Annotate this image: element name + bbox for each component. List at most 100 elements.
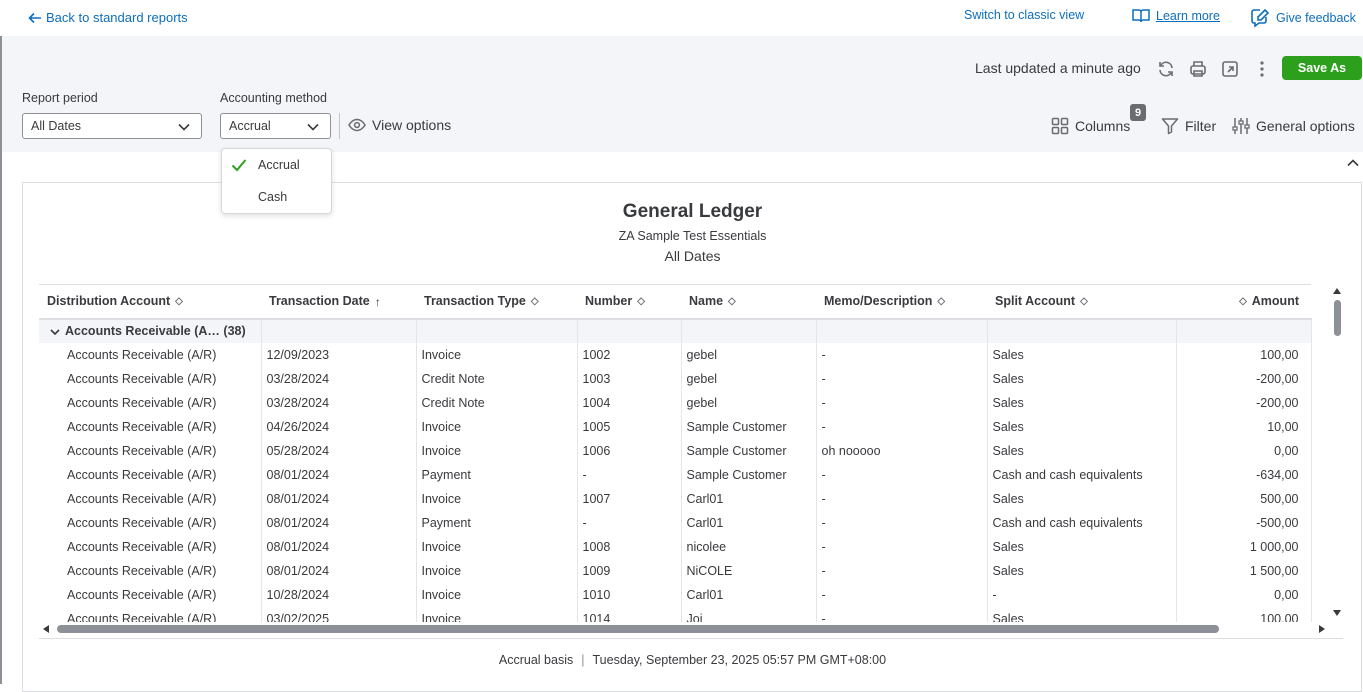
menu-option-accrual[interactable]: Accrual [222,150,331,180]
sort-icon: ◇ [1080,296,1088,308]
group-cell[interactable]: Accounts Receivable (A… (38) [39,318,262,343]
column-header-number[interactable]: Number ◇ [577,284,681,320]
cell-name: NiCOLE [681,558,817,583]
table-row[interactable]: Accounts Receivable (A/R) 08/01/2024 Payme… [39,510,1312,535]
company-name: ZA Sample Test Essentials [618,229,767,243]
report-period-label: Report period [22,91,98,105]
cell-transaction-type[interactable]: Credit Note [416,366,578,391]
cell-transaction-type[interactable]: Invoice [416,486,578,511]
cell-transaction-type[interactable]: Invoice [416,438,578,463]
table-row[interactable]: Accounts Receivable (A/R) 08/01/2024 Invoi… [39,534,1312,559]
learn-more-link[interactable]: Learn more [1132,8,1220,24]
vertical-scroll-thumb[interactable] [1334,300,1341,336]
cell-name: Sample Customer [681,462,817,487]
cell-amount: 10,00 [1176,414,1312,439]
table-row[interactable]: Accounts Receivable (A/R) 08/01/2024 Invoi… [39,558,1312,583]
column-header-name[interactable]: Name ◇ [681,284,816,320]
cell-transaction-type[interactable]: Credit Note [416,390,578,415]
menu-option-cash[interactable]: Cash [222,182,331,212]
cell-split-account: Cash and cash equivalents [987,462,1177,487]
eye-icon [348,118,366,132]
give-feedback-link[interactable]: Give feedback [1250,8,1356,28]
column-header-label: Transaction Date [269,293,370,308]
table-row[interactable]: Accounts Receivable (A/R) 03/28/2024 Credi… [39,366,1312,391]
view-options-button[interactable]: View options [348,117,451,133]
column-header-amount[interactable]: ◇ Amount [1176,284,1311,320]
cell-memo: - [816,462,988,487]
cell-split-account: Sales [987,534,1177,559]
columns-button[interactable]: Columns [1051,117,1130,135]
feedback-icon [1251,8,1270,28]
cell-memo: - [816,606,988,622]
cell-amount: 1 500,00 [1176,558,1312,583]
cell-name: gebel [681,342,817,367]
horizontal-scroll-thumb[interactable] [57,625,1219,633]
table-row[interactable]: Accounts Receivable (A/R) 05/28/2024 Invoi… [39,438,1312,463]
cell-transaction-type[interactable]: Invoice [416,558,578,583]
back-to-reports-link[interactable]: Back to standard reports [28,10,188,25]
column-header-label: Transaction Type [424,294,526,309]
column-header-transaction-type[interactable]: Transaction Type ◇ [416,284,577,320]
collapse-panel-button[interactable] [1344,154,1362,172]
cell-memo: - [816,414,988,439]
table-row[interactable]: Accounts Receivable (A/R) 08/01/2024 Payme… [39,462,1312,487]
cell-split-account: Sales [987,606,1177,622]
book-icon [1132,9,1150,23]
accounting-method-select[interactable]: Accrual [220,113,331,139]
cell-transaction-type[interactable]: Payment [416,510,578,535]
vertical-scrollbar[interactable] [1331,284,1343,622]
cell-transaction-type[interactable]: Invoice [416,414,578,439]
cell-transaction-type[interactable]: Invoice [416,342,578,367]
print-button[interactable] [1187,58,1209,80]
scroll-left-arrow-icon[interactable] [41,623,51,635]
scroll-up-arrow-icon[interactable] [1331,286,1343,296]
sort-icon: ◇ [937,296,946,308]
footer-timestamp: Tuesday, September 23, 2025 05:57 PM GMT… [592,653,887,667]
cell-split-account: Sales [987,486,1177,511]
cell-number: 1010 [577,582,682,607]
scroll-right-arrow-icon[interactable] [1317,623,1327,635]
group-label: Accounts Receivable (A… [65,324,220,338]
filter-button[interactable]: Filter [1161,117,1216,135]
cell-name: Carl01 [681,582,817,607]
group-row[interactable]: Accounts Receivable (A… (38) [39,318,1312,343]
table-row[interactable]: Accounts Receivable (A/R) 04/26/2024 Invoi… [39,414,1312,439]
cell-split-account: - [987,582,1177,607]
column-header-memo[interactable]: Memo/Description ◇ [816,284,987,320]
horizontal-scrollbar[interactable] [39,622,1330,636]
refresh-button[interactable] [1155,58,1177,80]
save-as-button[interactable]: Save As [1282,56,1362,80]
scroll-down-arrow-icon[interactable] [1331,608,1343,618]
table-row[interactable]: Accounts Receivable (A/R) 03/02/2025 Invoi… [39,606,1312,622]
cell-number: 1014 [577,606,682,622]
learn-more-label: Learn more [1156,9,1220,23]
chevron-down-icon[interactable] [49,326,61,338]
column-header-distribution-account[interactable]: Distribution Account ◇ [39,284,261,320]
cell-memo: oh nooooo [816,438,988,463]
cell-transaction-type[interactable]: Payment [416,462,578,487]
table-row[interactable]: Accounts Receivable (A/R) 08/01/2024 Invoi… [39,486,1312,511]
cell-transaction-type[interactable]: Invoice [416,582,578,607]
ledger-table-body: Accounts Receivable (A… (38) Accounts Re… [39,318,1312,622]
cell-transaction-type[interactable]: Invoice [416,534,578,559]
column-header-split-account[interactable]: Split Account ◇ [987,284,1176,320]
table-row[interactable]: Accounts Receivable (A/R) 10/28/2024 Invoi… [39,582,1312,607]
print-icon [1190,61,1206,77]
switch-classic-view-link[interactable]: Switch to classic view [964,8,1084,22]
column-header-transaction-date[interactable]: Transaction Date ↑ [261,284,416,320]
export-button[interactable] [1219,58,1241,80]
cell-name: Sample Customer [681,438,817,463]
more-options-button[interactable] [1251,58,1273,80]
cell-amount: 0,00 [1176,438,1312,463]
report-period-select[interactable]: All Dates [22,113,202,139]
cell-split-account: Cash and cash equivalents [987,510,1177,535]
table-row[interactable]: Accounts Receivable (A/R) 03/28/2024 Credi… [39,390,1312,415]
general-options-button[interactable]: General options [1232,117,1355,135]
footer-divider [39,638,1343,639]
cell-memo: - [816,390,988,415]
footer-separator: | [581,653,585,667]
cell-transaction-type[interactable]: Invoice [416,606,578,622]
table-row[interactable]: Accounts Receivable (A/R) 12/09/2023 Invoi… [39,342,1312,367]
give-feedback-label: Give feedback [1276,11,1356,25]
cell-distribution-account: Accounts Receivable (A/R) [39,606,262,622]
